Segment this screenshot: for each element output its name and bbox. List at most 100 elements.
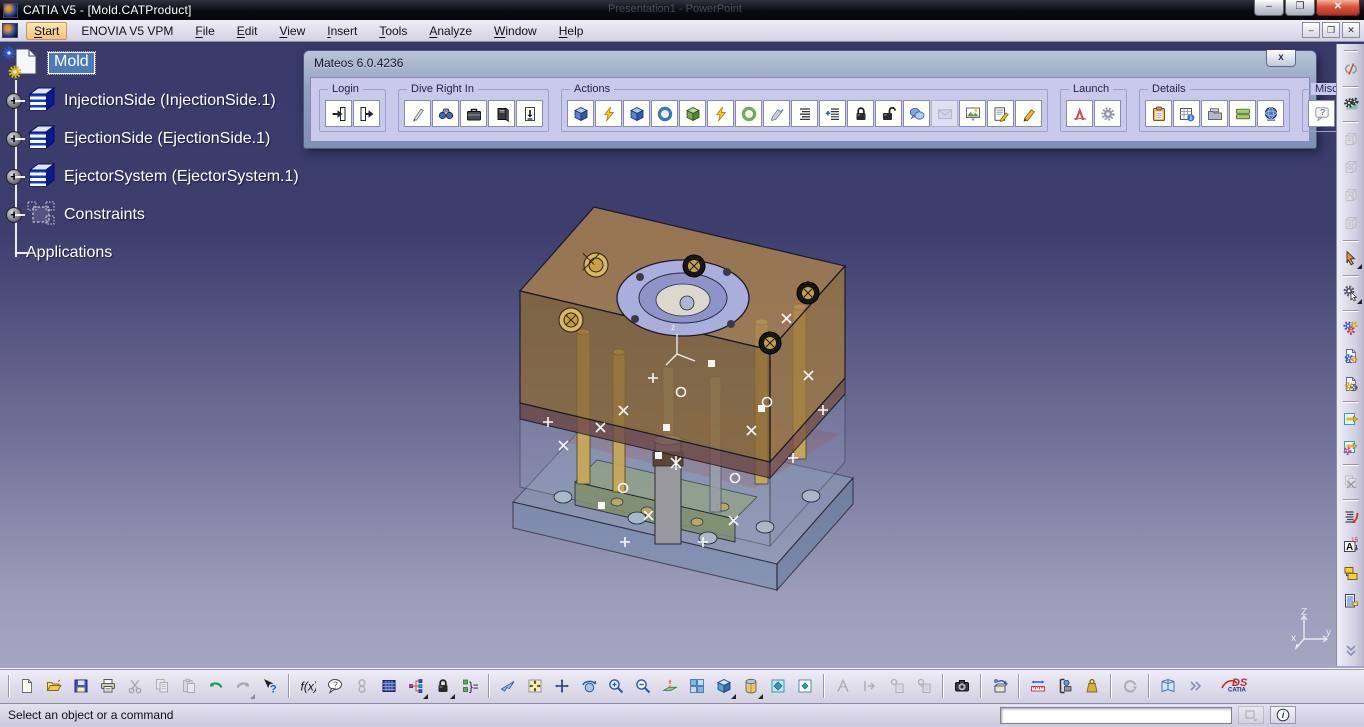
login-button[interactable] xyxy=(325,100,352,127)
link-button[interactable] xyxy=(348,673,375,700)
lock-open-button[interactable] xyxy=(875,100,902,127)
toolbar-grip[interactable] xyxy=(1344,50,1358,51)
restore-button[interactable]: ❐ xyxy=(1285,0,1315,16)
book-button[interactable] xyxy=(1154,673,1181,700)
swap-visible-button[interactable] xyxy=(791,673,818,700)
info-status-button[interactable]: i xyxy=(1270,706,1296,724)
ring-blue-button[interactable] xyxy=(651,100,678,127)
minimize-button[interactable]: – xyxy=(1254,0,1284,16)
formula-fx-button[interactable]: f(x) xyxy=(294,673,321,700)
gear-cursor-button[interactable] xyxy=(1339,281,1363,305)
zoom-out-button[interactable] xyxy=(629,673,656,700)
zoom-in-button[interactable] xyxy=(602,673,629,700)
new-file-button[interactable] xyxy=(13,673,40,700)
mdi-restore-button[interactable]: ❐ xyxy=(1322,22,1340,38)
pencil-gray-button[interactable] xyxy=(763,100,790,127)
menu-item-help[interactable]: Help xyxy=(551,22,592,40)
save-button[interactable] xyxy=(67,673,94,700)
mdi-minimize-button[interactable]: – xyxy=(1302,22,1320,38)
tree-node-constraints[interactable]: + Constraints xyxy=(6,200,145,230)
clipboard-button[interactable] xyxy=(1145,100,1172,127)
constraint-eq-button[interactable]: }= xyxy=(456,673,483,700)
catalog-box-3-button[interactable] xyxy=(1339,183,1363,207)
launch-a-button[interactable] xyxy=(1066,100,1093,127)
tree-node-injectionside[interactable]: + InjectionSide (InjectionSide.1) xyxy=(6,86,276,116)
whats-this-button[interactable]: ? xyxy=(256,673,283,700)
ring-green-button[interactable] xyxy=(735,100,762,127)
arrow-doc-button[interactable] xyxy=(1339,407,1363,431)
bolt-button[interactable] xyxy=(595,100,622,127)
tree-node-label[interactable]: Constraints xyxy=(64,206,145,224)
paste-button[interactable] xyxy=(175,673,202,700)
copy-list-a-button[interactable] xyxy=(883,673,910,700)
lock-button[interactable] xyxy=(429,673,456,700)
tree-root-label[interactable]: Mold xyxy=(48,52,95,74)
snap-forward-button[interactable] xyxy=(856,673,883,700)
catalog-box-4-button[interactable] xyxy=(1339,211,1363,235)
tree-structure-button[interactable] xyxy=(402,673,429,700)
tree-node-ejectionside[interactable]: + EjectionSide (EjectionSide.1) xyxy=(6,124,270,154)
gears-colorful-button[interactable] xyxy=(1339,316,1363,340)
power-input-field[interactable] xyxy=(1000,707,1232,724)
tree-node-label[interactable]: Applications xyxy=(26,244,112,262)
tree-node-label[interactable]: InjectionSide (InjectionSide.1) xyxy=(64,92,276,110)
print-button[interactable] xyxy=(94,673,121,700)
cube-green-button[interactable] xyxy=(679,100,706,127)
undo-button[interactable] xyxy=(202,673,229,700)
doc-hatch-button[interactable] xyxy=(1339,589,1363,613)
mdi-close-button[interactable]: ✕ xyxy=(1342,22,1360,38)
gear-gray-button[interactable] xyxy=(1094,100,1121,127)
book-door-button[interactable] xyxy=(488,100,515,127)
annotation-a15-button[interactable]: A15 xyxy=(1339,533,1363,557)
binoculars-button[interactable] xyxy=(432,100,459,127)
doc-export-button[interactable] xyxy=(516,100,543,127)
cut-button[interactable] xyxy=(121,673,148,700)
cube-blue-button[interactable] xyxy=(567,100,594,127)
shading-button[interactable] xyxy=(737,673,764,700)
gear-doc-blue-button[interactable] xyxy=(1339,344,1363,368)
globe-button[interactable] xyxy=(1257,100,1284,127)
cube-blue-button[interactable] xyxy=(623,100,650,127)
note-edit-button[interactable] xyxy=(987,100,1014,127)
fly-mode-button[interactable] xyxy=(494,673,521,700)
picture-button[interactable] xyxy=(959,100,986,127)
bars-green-button[interactable] xyxy=(1229,100,1256,127)
menu-item-view[interactable]: View xyxy=(271,22,313,40)
pencil-gold-button[interactable] xyxy=(1015,100,1042,127)
tree-root-mold[interactable]: Mold xyxy=(2,46,95,80)
logout-button[interactable] xyxy=(353,100,380,127)
multi-view-button[interactable] xyxy=(683,673,710,700)
select-arrow-button[interactable] xyxy=(1339,246,1363,270)
toolbar-more-button[interactable] xyxy=(1181,673,1208,700)
refresh-button[interactable] xyxy=(1116,673,1143,700)
catalog-box-2-button[interactable] xyxy=(1339,155,1363,179)
redo-button[interactable] xyxy=(229,673,256,700)
paste-x-button[interactable] xyxy=(1339,470,1363,494)
list-red-arrow-button[interactable] xyxy=(1339,505,1363,529)
menu-item-analyze[interactable]: Analyze xyxy=(421,22,480,40)
menu-item-window[interactable]: Window xyxy=(486,22,545,40)
fit-all-button[interactable] xyxy=(521,673,548,700)
gear-doc-yellow-button[interactable] xyxy=(1339,372,1363,396)
pen-button[interactable] xyxy=(404,100,431,127)
pan-button[interactable] xyxy=(548,673,575,700)
folder-gray-button[interactable] xyxy=(1201,100,1228,127)
measure-button[interactable] xyxy=(1024,673,1051,700)
hide-show-button[interactable] xyxy=(764,673,791,700)
menu-item-edit[interactable]: Edit xyxy=(229,22,266,40)
toolbar-more-button[interactable] xyxy=(1339,638,1363,662)
arrow-gear-doc-button[interactable] xyxy=(1339,435,1363,459)
list-plus-button[interactable] xyxy=(819,100,846,127)
design-table-button[interactable] xyxy=(375,673,402,700)
knowledge-link-button[interactable] xyxy=(1339,57,1363,81)
iso-view-button[interactable] xyxy=(710,673,737,700)
menu-item-insert[interactable]: Insert xyxy=(319,22,365,40)
close-button[interactable]: ✕ xyxy=(1316,0,1360,16)
normal-view-button[interactable] xyxy=(656,673,683,700)
qa-bubble-button[interactable]: ? xyxy=(321,673,348,700)
help-bubble-button[interactable]: ? xyxy=(1308,100,1335,127)
copy-button[interactable] xyxy=(148,673,175,700)
tree-node-label[interactable]: EjectionSide (EjectionSide.1) xyxy=(64,130,270,148)
catalog-box-1-button[interactable] xyxy=(1339,127,1363,151)
gears-green-button[interactable] xyxy=(1339,92,1363,116)
